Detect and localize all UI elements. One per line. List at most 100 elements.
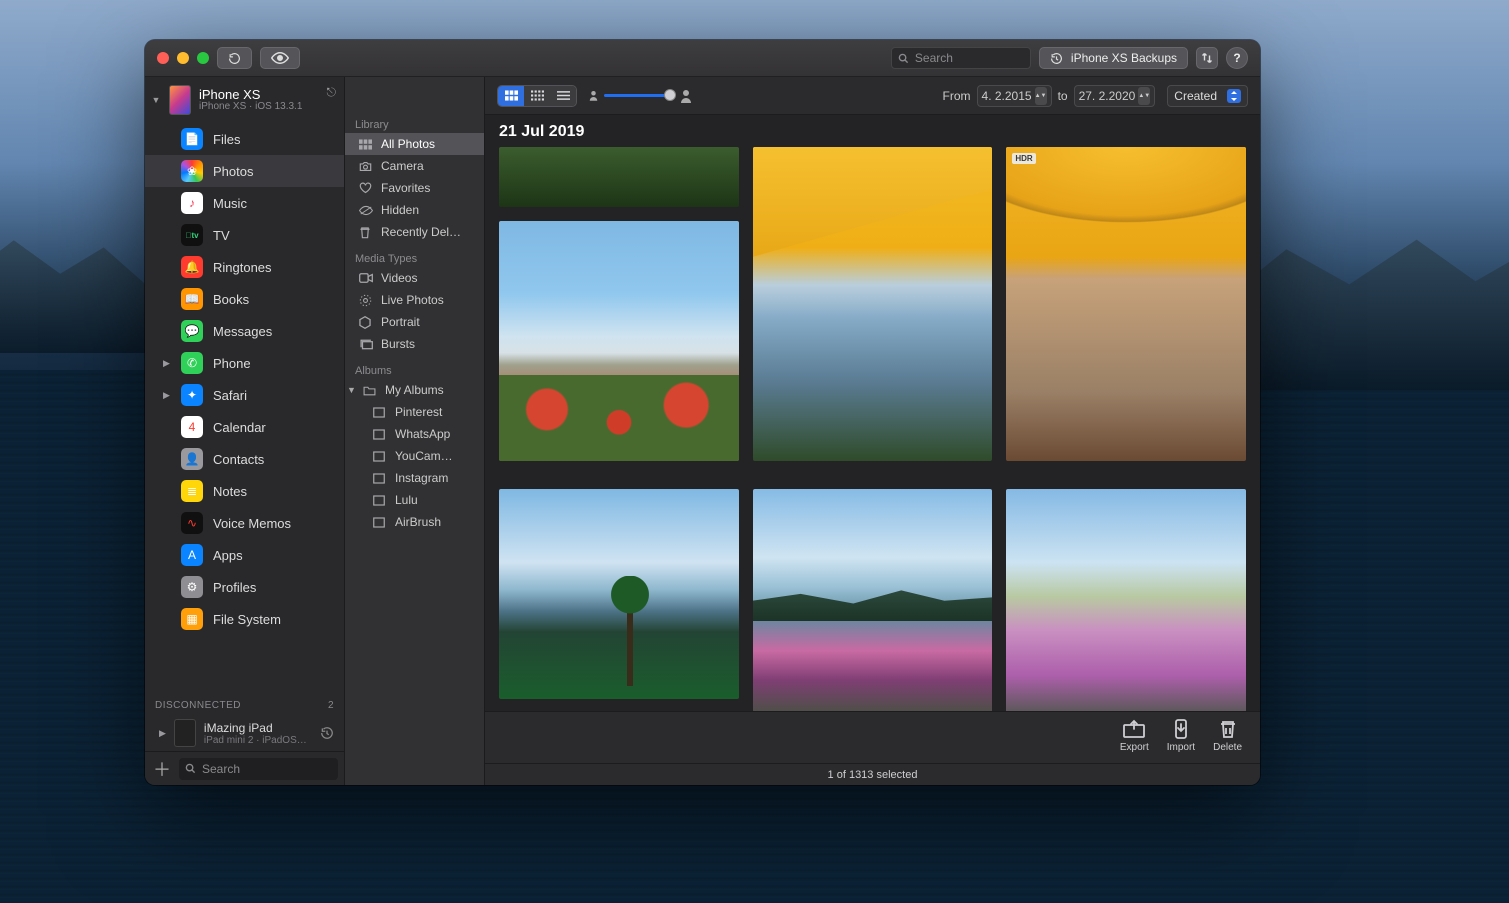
source-item-label: Favorites bbox=[381, 181, 430, 195]
photo-grid-viewport[interactable]: 21 Jul 2019 HDR bbox=[485, 115, 1260, 711]
source-item-videos[interactable]: Videos bbox=[345, 267, 484, 289]
source-item-label: Bursts bbox=[381, 337, 415, 351]
source-item-favorites[interactable]: Favorites bbox=[345, 177, 484, 199]
device-header[interactable]: ▼ iPhone XS iPhone XS · iOS 13.3.1 ⎋ bbox=[145, 77, 344, 123]
device-thumbnail bbox=[174, 719, 196, 747]
view-mode-list[interactable] bbox=[550, 86, 576, 106]
backups-button[interactable]: iPhone XS Backups bbox=[1039, 47, 1188, 69]
my-albums-row[interactable]: ▼ My Albums bbox=[345, 379, 484, 401]
device-section-list: 📄Files❀Photos♪MusictvTV🔔Ringtones📖Books… bbox=[145, 123, 344, 690]
thumbnail-size-slider[interactable] bbox=[589, 89, 692, 103]
add-button[interactable]: ＋ bbox=[151, 758, 173, 780]
photo-thumbnail[interactable] bbox=[499, 147, 739, 207]
sidebar-item-voice-memos[interactable]: ∿Voice Memos bbox=[145, 507, 344, 539]
photo-thumbnail[interactable] bbox=[753, 147, 993, 461]
chevron-down-icon: ▼ bbox=[347, 385, 356, 395]
source-item-hidden[interactable]: Hidden bbox=[345, 199, 484, 221]
app-icon: A bbox=[181, 544, 203, 566]
source-item-camera[interactable]: Camera bbox=[345, 155, 484, 177]
app-icon: 👤 bbox=[181, 448, 203, 470]
sidebar-item-file-system[interactable]: ▦File System bbox=[145, 603, 344, 635]
search-placeholder: Search bbox=[915, 51, 953, 65]
source-item-youcam-[interactable]: YouCam… bbox=[345, 445, 484, 467]
toolbar-search[interactable]: Search bbox=[891, 47, 1031, 69]
sidebar-item-calendar[interactable]: 4Calendar bbox=[145, 411, 344, 443]
app-window: Search iPhone XS Backups ? ▼ iPhone XS i… bbox=[145, 40, 1260, 785]
grid-large-icon bbox=[505, 90, 518, 101]
view-mode-large-grid[interactable] bbox=[498, 86, 524, 106]
sidebar-search-placeholder: Search bbox=[202, 762, 240, 776]
sidebar-bottom-bar: ＋ Search bbox=[145, 751, 344, 785]
photo-thumbnail[interactable] bbox=[499, 489, 739, 699]
source-item-whatsapp[interactable]: WhatsApp bbox=[345, 423, 484, 445]
chevron-right-icon: ▶ bbox=[163, 358, 170, 369]
source-item-label: Portrait bbox=[381, 315, 420, 329]
sidebar-item-label: Books bbox=[213, 292, 249, 307]
media-group-label: Media Types bbox=[345, 249, 484, 267]
stepper-icon[interactable]: ▲▼ bbox=[1035, 87, 1047, 105]
export-button[interactable]: Export bbox=[1120, 718, 1149, 753]
library-group-label: Library bbox=[345, 115, 484, 133]
source-item-label: WhatsApp bbox=[395, 427, 450, 441]
source-item-portrait[interactable]: Portrait bbox=[345, 311, 484, 333]
sort-dropdown[interactable]: Created bbox=[1167, 85, 1248, 107]
sidebar-item-notes[interactable]: ≣Notes bbox=[145, 475, 344, 507]
source-item-bursts[interactable]: Bursts bbox=[345, 333, 484, 355]
history-icon[interactable] bbox=[320, 726, 334, 740]
minimize-button[interactable] bbox=[177, 52, 189, 64]
sidebar-item-safari[interactable]: ▶✦Safari bbox=[145, 379, 344, 411]
sidebar-item-tv[interactable]: tvTV bbox=[145, 219, 344, 251]
delete-label: Delete bbox=[1213, 742, 1242, 753]
sidebar-item-apps[interactable]: AApps bbox=[145, 539, 344, 571]
sidebar-item-contacts[interactable]: 👤 Contacts bbox=[145, 443, 344, 475]
app-icon: ♪ bbox=[181, 192, 203, 214]
device-subtitle: iPhone XS · iOS 13.3.1 bbox=[199, 102, 302, 112]
photo-thumbnail[interactable] bbox=[1006, 489, 1246, 711]
source-item-pinterest[interactable]: Pinterest bbox=[345, 401, 484, 423]
from-date-input[interactable]: 4. 2.2015 ▲▼ bbox=[977, 85, 1052, 107]
transfer-button[interactable] bbox=[1196, 47, 1218, 69]
help-button[interactable]: ? bbox=[1226, 47, 1248, 69]
hdr-badge: HDR bbox=[1012, 153, 1035, 164]
close-button[interactable] bbox=[157, 52, 169, 64]
photo-grid: HDR bbox=[499, 147, 1246, 711]
album-icon bbox=[373, 495, 387, 506]
import-button[interactable]: Import bbox=[1167, 718, 1195, 753]
photo-thumbnail[interactable]: HDR bbox=[1006, 147, 1246, 461]
slider-track[interactable] bbox=[604, 94, 674, 97]
sidebar-item-messages[interactable]: 💬Messages bbox=[145, 315, 344, 347]
app-icon: ∿ bbox=[181, 512, 203, 534]
delete-button[interactable]: Delete bbox=[1213, 718, 1242, 753]
app-icon: ≣ bbox=[181, 480, 203, 502]
source-item-all-photos[interactable]: All Photos bbox=[345, 133, 484, 155]
sidebar-search[interactable]: Search bbox=[179, 758, 338, 780]
source-item-airbrush[interactable]: AirBrush bbox=[345, 511, 484, 533]
source-item-live-photos[interactable]: Live Photos bbox=[345, 289, 484, 311]
source-item-lulu[interactable]: Lulu bbox=[345, 489, 484, 511]
device-thumbnail bbox=[169, 85, 191, 115]
photo-thumbnail[interactable] bbox=[499, 221, 739, 461]
preview-button[interactable] bbox=[260, 47, 300, 69]
slider-knob[interactable] bbox=[664, 89, 676, 101]
sidebar-item-profiles[interactable]: ⚙Profiles bbox=[145, 571, 344, 603]
sidebar-item-photos[interactable]: ❀Photos bbox=[145, 155, 344, 187]
photos-source-sidebar: Library All PhotosCamera Favorites HiddenR… bbox=[345, 77, 485, 785]
stepper-icon[interactable]: ▲▼ bbox=[1138, 87, 1150, 105]
sidebar-item-phone[interactable]: ▶✆Phone bbox=[145, 347, 344, 379]
sidebar-item-label: Contacts bbox=[213, 452, 264, 467]
source-item-instagram[interactable]: Instagram bbox=[345, 467, 484, 489]
sidebar-item-files[interactable]: 📄Files bbox=[145, 123, 344, 155]
source-item-recently-del-[interactable]: Recently Del… bbox=[345, 221, 484, 243]
photo-thumbnail[interactable] bbox=[753, 489, 993, 711]
view-mode-small-grid[interactable] bbox=[524, 86, 550, 106]
folder-icon bbox=[363, 385, 377, 396]
sidebar-item-label: Photos bbox=[213, 164, 253, 179]
disconnected-device[interactable]: ▶ iMazing iPad iPad mini 2 · iPadOS… bbox=[145, 715, 344, 751]
refresh-button[interactable] bbox=[217, 47, 252, 69]
sidebar-item-ringtones[interactable]: 🔔Ringtones bbox=[145, 251, 344, 283]
maximize-button[interactable] bbox=[197, 52, 209, 64]
sidebar-item-music[interactable]: ♪Music bbox=[145, 187, 344, 219]
history-icon bbox=[1050, 52, 1063, 65]
sidebar-item-books[interactable]: 📖Books bbox=[145, 283, 344, 315]
to-date-input[interactable]: 27. 2.2020 ▲▼ bbox=[1074, 85, 1156, 107]
